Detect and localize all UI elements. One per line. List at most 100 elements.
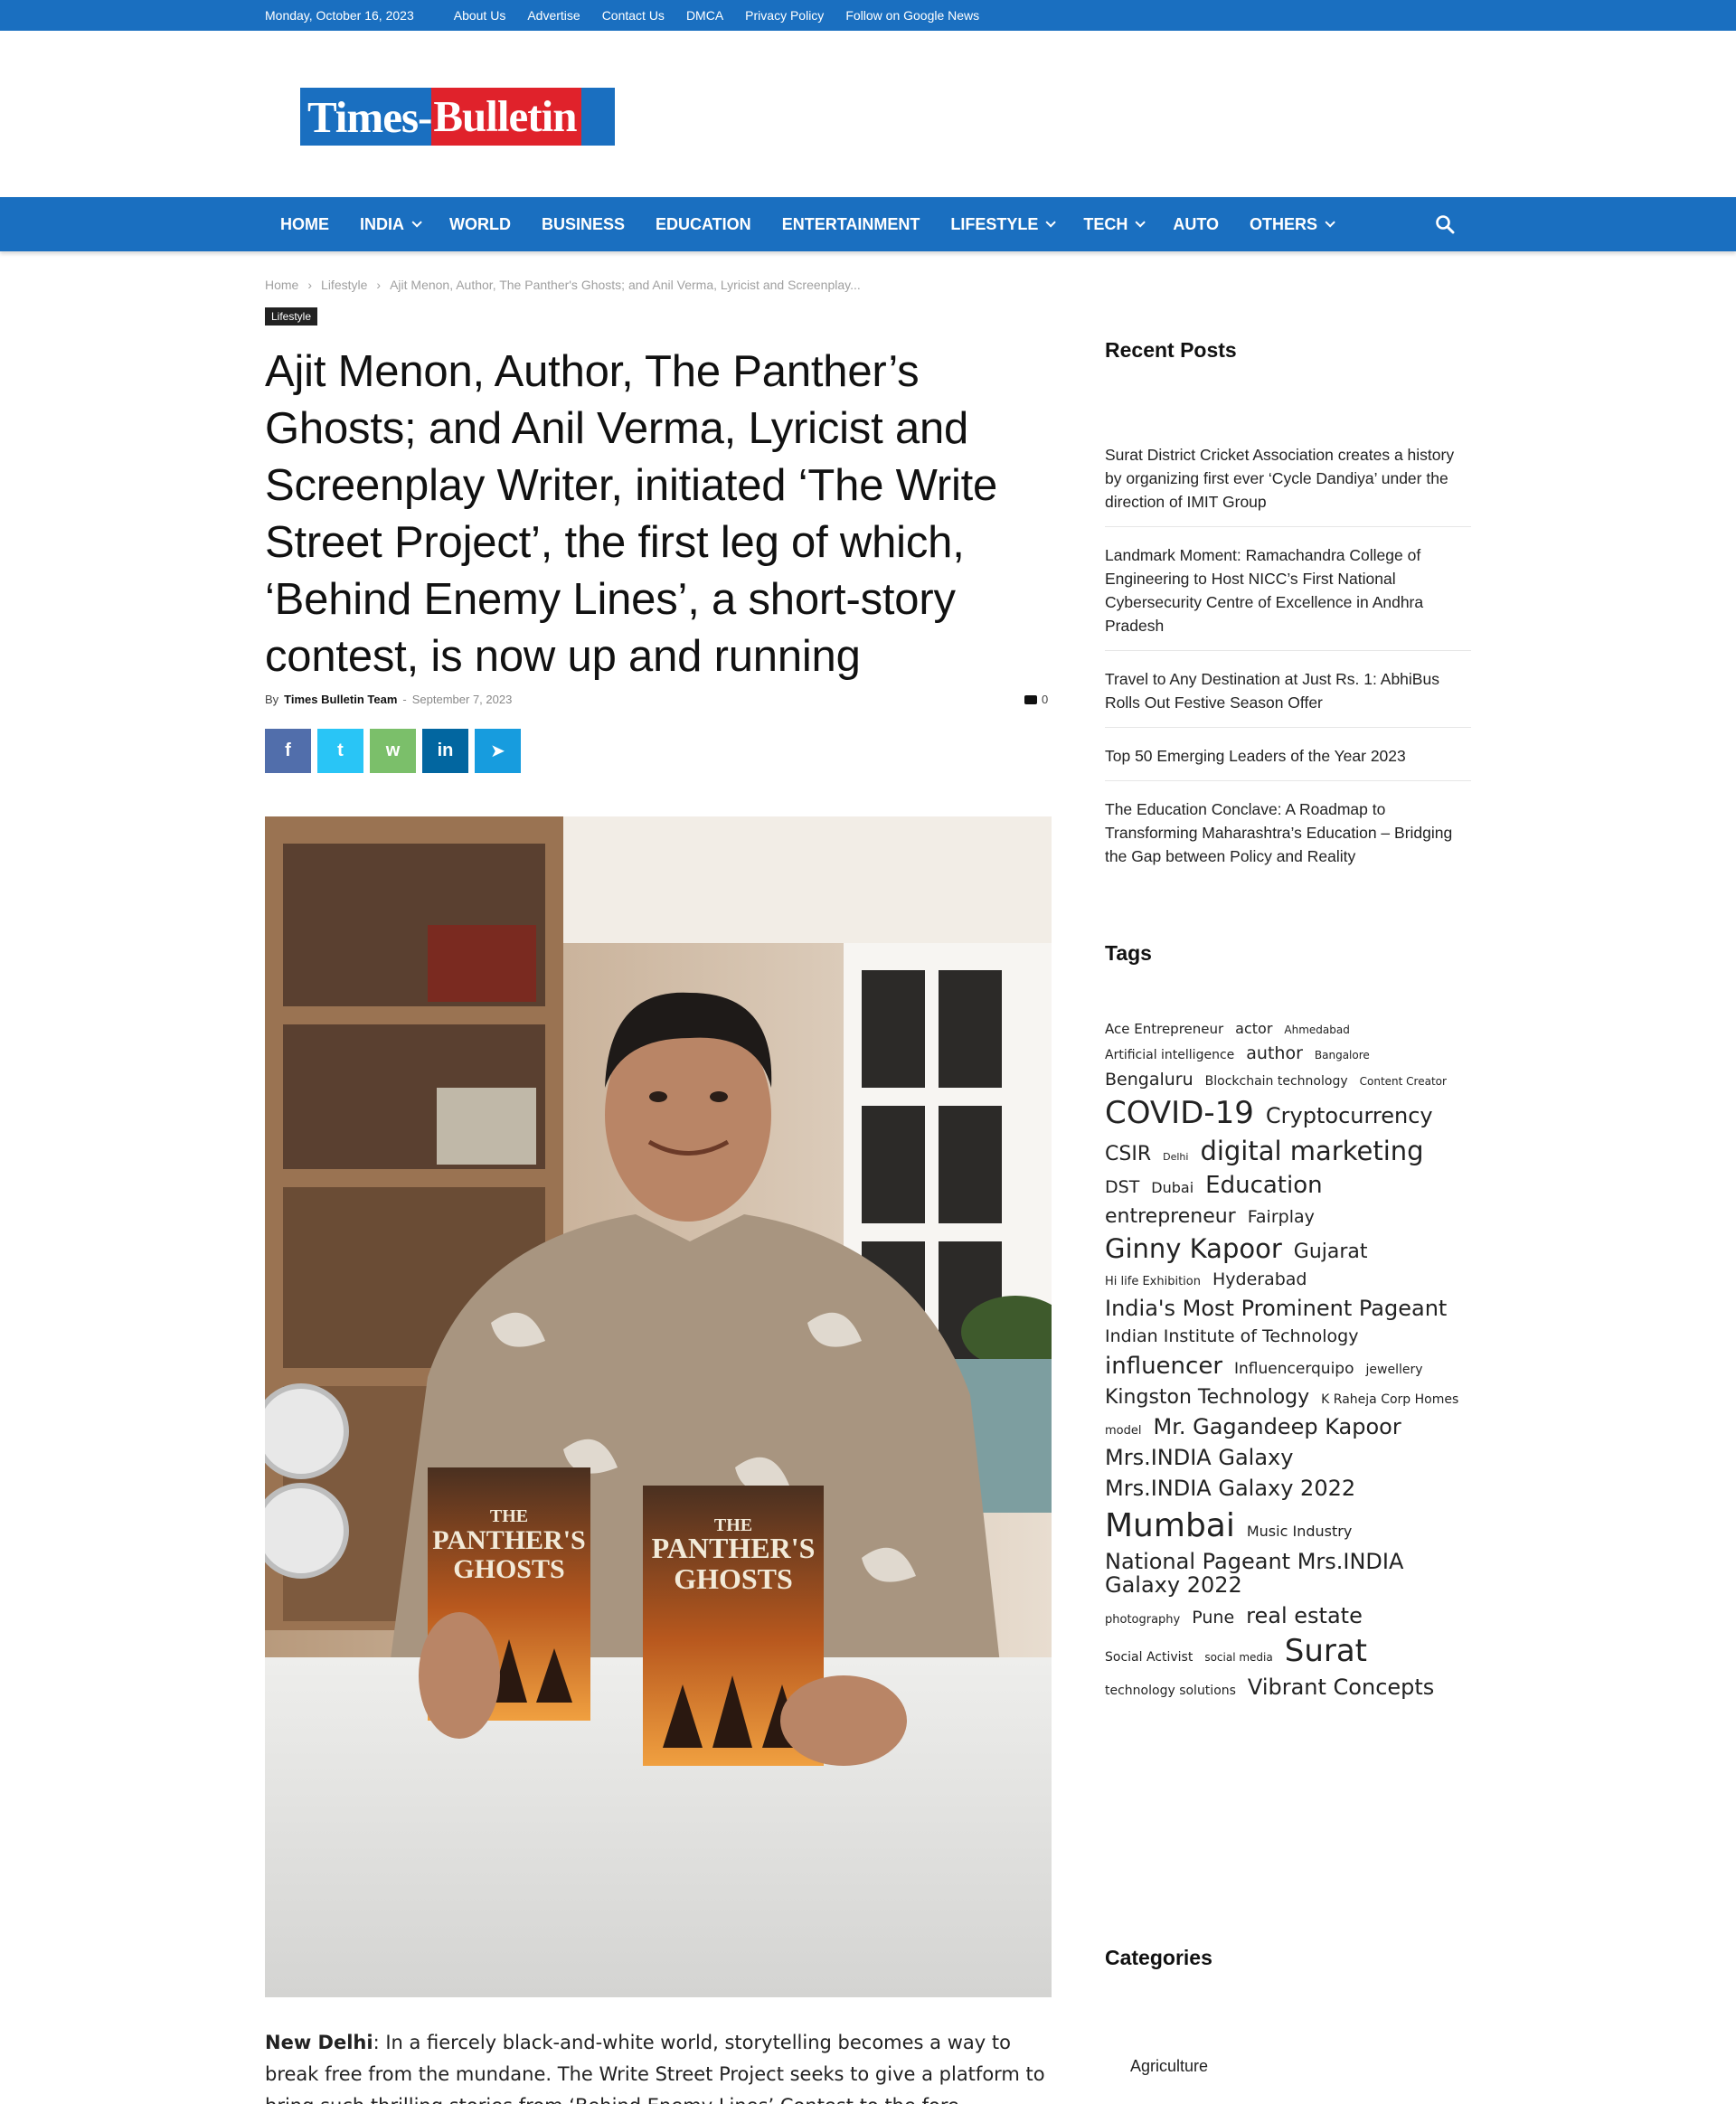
tag-link[interactable]: actor bbox=[1235, 1021, 1272, 1037]
nav-item-auto[interactable]: AUTO bbox=[1157, 215, 1234, 234]
tag-link[interactable]: Mrs.INDIA Galaxy 2022 bbox=[1105, 1477, 1355, 1500]
tag-link[interactable]: Ahmedabad bbox=[1284, 1024, 1349, 1036]
telegram-share-button[interactable]: ➤ bbox=[475, 729, 521, 773]
tag-link[interactable]: jewellery bbox=[1366, 1363, 1423, 1377]
nav-item-business[interactable]: BUSINESS bbox=[526, 215, 640, 234]
nav-item-entertainment[interactable]: ENTERTAINMENT bbox=[767, 215, 936, 234]
tag-link[interactable]: Blockchain technology bbox=[1205, 1075, 1348, 1089]
comments-count[interactable]: 0 bbox=[1024, 693, 1048, 706]
recent-posts-list: Surat District Cricket Association creat… bbox=[1105, 439, 1471, 893]
tag-link[interactable]: India's Most Prominent Pageant bbox=[1105, 1297, 1447, 1320]
contact-us-link[interactable]: Contact Us bbox=[602, 8, 665, 23]
recent-post-link[interactable]: Top 50 Emerging Leaders of the Year 2023 bbox=[1105, 741, 1471, 781]
tag-link[interactable]: entrepreneur bbox=[1105, 1206, 1236, 1227]
tag-link[interactable]: Ace Entrepreneur bbox=[1105, 1022, 1223, 1037]
breadcrumb-section[interactable]: Lifestyle bbox=[321, 278, 367, 292]
tag-link[interactable]: digital marketing bbox=[1200, 1137, 1423, 1165]
nav-item-others[interactable]: OTHERS bbox=[1234, 215, 1347, 234]
privacy-policy-link[interactable]: Privacy Policy bbox=[745, 8, 824, 23]
tag-link[interactable]: author bbox=[1246, 1044, 1303, 1063]
tag-link[interactable]: Social Activist bbox=[1105, 1651, 1193, 1665]
tag-cloud: Ace Entrepreneur actor Ahmedabad Artificial… bbox=[1105, 1021, 1471, 1707]
tag-link[interactable]: Hi life Exhibition bbox=[1105, 1275, 1201, 1288]
search-icon[interactable] bbox=[1434, 213, 1456, 235]
tag-link[interactable]: Music Industry bbox=[1247, 1524, 1352, 1540]
nav-item-label: INDIA bbox=[360, 214, 404, 233]
tag-link[interactable]: Artificial intelligence bbox=[1105, 1049, 1234, 1062]
share-buttons: f t w in ➤ bbox=[265, 729, 521, 773]
recent-posts-heading: Recent Posts bbox=[1105, 338, 1237, 362]
publish-date: September 7, 2023 bbox=[411, 693, 513, 706]
book-title-right-3: GHOSTS bbox=[674, 1562, 793, 1595]
tag-link[interactable]: National Pageant Mrs.INDIA Galaxy 2022 bbox=[1105, 1551, 1459, 1597]
nav-item-home[interactable]: HOME bbox=[265, 215, 344, 234]
linkedin-share-button[interactable]: in bbox=[422, 729, 468, 773]
tag-link[interactable]: model bbox=[1105, 1425, 1141, 1438]
categories-heading: Categories bbox=[1105, 1946, 1212, 1969]
site-logo[interactable]: Times- Bulletin bbox=[300, 88, 615, 146]
book-title-right-2: PANTHER'S bbox=[652, 1532, 816, 1564]
nav-item-label: HOME bbox=[280, 214, 329, 233]
tag-link[interactable]: Influencerquipo bbox=[1234, 1361, 1354, 1378]
dmca-link[interactable]: DMCA bbox=[686, 8, 723, 23]
linkedin-icon: in bbox=[437, 741, 454, 760]
facebook-share-button[interactable]: f bbox=[265, 729, 311, 773]
nav-item-label: WORLD bbox=[449, 214, 511, 233]
category-badge[interactable]: Lifestyle bbox=[265, 307, 318, 326]
nav-item-label: AUTO bbox=[1173, 214, 1220, 233]
category-link[interactable]: Agriculture bbox=[1130, 2057, 1208, 2076]
tag-link[interactable]: influencer bbox=[1105, 1354, 1222, 1379]
recent-post-link[interactable]: The Education Conclave: A Roadmap to Tra… bbox=[1105, 794, 1471, 881]
breadcrumb-home[interactable]: Home bbox=[265, 278, 298, 292]
tag-link[interactable]: DST bbox=[1105, 1178, 1139, 1197]
tag-link[interactable]: K Raheja Corp Homes bbox=[1321, 1393, 1458, 1407]
twitter-share-button[interactable]: t bbox=[317, 729, 363, 773]
tag-link[interactable]: Mumbai bbox=[1105, 1508, 1235, 1543]
nav-item-world[interactable]: WORLD bbox=[434, 215, 526, 234]
about-us-link[interactable]: About Us bbox=[454, 8, 506, 23]
tag-link[interactable]: Bangalore bbox=[1315, 1050, 1370, 1061]
nav-items: HOME INDIA WORLD BUSINESS EDUCATION ENTERTAIN… bbox=[265, 197, 1347, 251]
tag-link[interactable]: Education bbox=[1205, 1173, 1322, 1198]
breadcrumb-separator: › bbox=[376, 278, 382, 292]
tag-link[interactable]: Content Creator bbox=[1360, 1076, 1447, 1088]
tag-link[interactable]: Delhi bbox=[1163, 1152, 1188, 1163]
tag-link[interactable]: Bengaluru bbox=[1105, 1071, 1194, 1090]
whatsapp-share-button[interactable]: w bbox=[370, 729, 416, 773]
recent-post-link[interactable]: Travel to Any Destination at Just Rs. 1:… bbox=[1105, 664, 1471, 728]
nav-item-education[interactable]: EDUCATION bbox=[640, 215, 767, 234]
tag-link[interactable]: Surat bbox=[1285, 1635, 1367, 1668]
tag-link[interactable]: photography bbox=[1105, 1614, 1180, 1627]
tag-link[interactable]: technology solutions bbox=[1105, 1684, 1236, 1698]
tag-link[interactable]: Mr. Gagandeep Kapoor bbox=[1153, 1415, 1401, 1439]
tag-link[interactable]: Pune bbox=[1192, 1609, 1234, 1628]
nav-item-india[interactable]: INDIA bbox=[344, 215, 434, 234]
main-nav: HOME INDIA WORLD BUSINESS EDUCATION ENTERTAIN… bbox=[0, 197, 1736, 251]
google-news-link[interactable]: Follow on Google News bbox=[845, 8, 979, 23]
facebook-icon: f bbox=[285, 741, 291, 760]
nav-item-label: BUSINESS bbox=[541, 214, 626, 233]
recent-post-link[interactable]: Surat District Cricket Association creat… bbox=[1105, 439, 1471, 527]
author-link[interactable]: Times Bulletin Team bbox=[284, 693, 397, 706]
tag-link[interactable]: Vibrant Concepts bbox=[1248, 1675, 1434, 1699]
top-bar: Monday, October 16, 2023 About Us Advert… bbox=[0, 0, 1736, 31]
nav-item-tech[interactable]: TECH bbox=[1068, 215, 1157, 234]
nav-item-lifestyle[interactable]: LIFESTYLE bbox=[935, 215, 1068, 234]
tag-link[interactable]: Ginny Kapoor bbox=[1105, 1235, 1282, 1263]
tag-link[interactable]: Gujarat bbox=[1294, 1241, 1368, 1262]
advertise-link[interactable]: Advertise bbox=[527, 8, 580, 23]
tag-link[interactable]: Kingston Technology bbox=[1105, 1387, 1309, 1408]
tag-link[interactable]: Dubai bbox=[1151, 1180, 1194, 1196]
tag-link[interactable]: Cryptocurrency bbox=[1266, 1104, 1433, 1127]
tag-link[interactable]: Indian Institute of Technology bbox=[1105, 1327, 1358, 1346]
tag-link[interactable]: Mrs.INDIA Galaxy bbox=[1105, 1447, 1293, 1469]
tag-link[interactable]: social media bbox=[1204, 1652, 1272, 1664]
tag-link[interactable]: Hyderabad bbox=[1212, 1270, 1307, 1289]
tag-link[interactable]: real estate bbox=[1246, 1604, 1363, 1628]
tag-link[interactable]: Fairplay bbox=[1248, 1208, 1315, 1227]
tag-link[interactable]: CSIR bbox=[1105, 1144, 1151, 1165]
recent-post-link[interactable]: Landmark Moment: Ramachandra College of … bbox=[1105, 540, 1471, 651]
tags-heading: Tags bbox=[1105, 941, 1152, 965]
top-bar-links: About Us Advertise Contact Us DMCA Priva… bbox=[454, 8, 979, 23]
tag-link[interactable]: COVID-19 bbox=[1105, 1097, 1254, 1130]
